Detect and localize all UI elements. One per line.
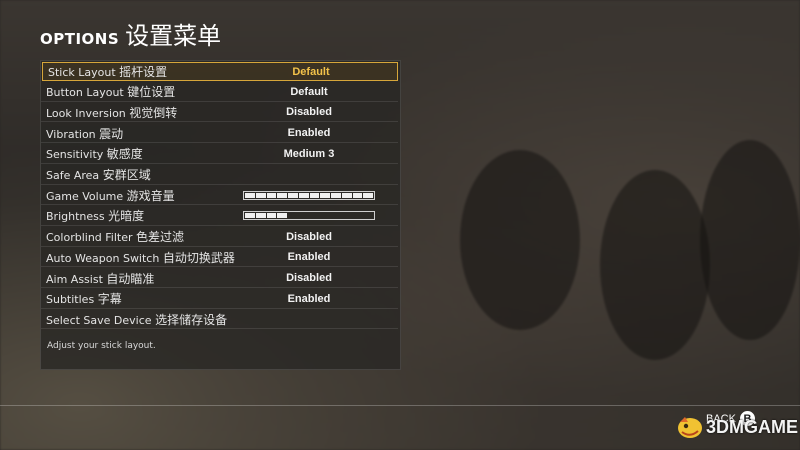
options-panel: Adjust your stick layout. Stick Layout 摇…	[40, 60, 401, 370]
option-row[interactable]: Subtitles 字幕 Enabled	[41, 290, 398, 309]
slider-segment	[299, 213, 309, 218]
slider-segment	[255, 192, 266, 198]
slider-segment	[288, 213, 298, 218]
option-value[interactable]: Disabled	[241, 231, 377, 243]
option-label: Auto Weapon Switch 自动切换武器	[46, 249, 235, 266]
slider-segment	[277, 213, 287, 219]
slider-segment	[353, 213, 363, 218]
option-label-en: Look Inversion	[46, 106, 126, 120]
option-label: Vibration 震动	[46, 125, 123, 142]
option-value[interactable]: Enabled	[241, 127, 377, 139]
option-label-en: Button Layout	[46, 86, 124, 100]
option-row[interactable]: Vibration 震动 Enabled	[41, 124, 398, 144]
slider-segment	[320, 192, 330, 198]
option-value[interactable]: Disabled	[241, 272, 377, 284]
slider-segment	[245, 192, 255, 198]
option-label-en: Vibration	[46, 127, 96, 141]
title-en: OPTIONS	[40, 30, 120, 48]
slider-bar[interactable]	[243, 190, 375, 200]
option-row[interactable]: Stick Layout 摇杆设置 Default	[42, 62, 398, 81]
slider-segment	[298, 192, 309, 198]
slider-segment	[277, 192, 287, 198]
option-label-en: Stick Layout	[48, 66, 116, 79]
option-label: Aim Assist 自动瞄准	[46, 270, 154, 287]
option-row[interactable]: Colorblind Filter 色差过滤 Disabled	[41, 228, 398, 247]
slider-segment	[331, 213, 341, 218]
option-row[interactable]: Auto Weapon Switch 自动切换武器 Enabled	[41, 248, 398, 268]
option-row[interactable]: Safe Area 安群区域	[41, 166, 398, 185]
option-label: Select Save Device 选择储存设备	[46, 311, 227, 328]
option-label-cn: 色差过滤	[136, 230, 185, 245]
option-label-cn: 安群区域	[102, 168, 151, 182]
slider-segment	[310, 213, 320, 218]
option-value[interactable]: Enabled	[241, 293, 377, 305]
option-label-cn: 视觉倒转	[129, 105, 178, 120]
option-label-en: Safe Area	[46, 169, 100, 182]
option-label-cn: 字幕	[97, 292, 122, 307]
option-description: Adjust your stick layout.	[47, 341, 156, 351]
option-label-cn: 敏感度	[106, 147, 143, 162]
option-row[interactable]: Select Save Device 选择储存设备	[41, 310, 398, 330]
footer-divider	[0, 405, 800, 406]
option-label: Colorblind Filter 色差过滤	[46, 228, 184, 245]
page-title: OPTIONS 设置菜单	[40, 16, 221, 51]
slider-segment	[320, 213, 330, 218]
slider-segment	[288, 192, 298, 198]
option-value[interactable]: Enabled	[241, 251, 377, 263]
option-label: Sensitivity 敏感度	[46, 145, 143, 162]
option-label: Button Layout 键位设置	[46, 83, 175, 100]
slider-segment	[341, 192, 352, 198]
option-label: Subtitles 字幕	[46, 290, 122, 307]
option-row[interactable]: Button Layout 键位设置 Default	[41, 83, 398, 102]
option-label-cn: 选择储存设备	[155, 312, 228, 327]
watermark: 3DMGAME	[676, 414, 798, 440]
option-row[interactable]: Game Volume 游戏音量	[41, 186, 398, 206]
option-value[interactable]: Default	[241, 86, 377, 98]
option-label-en: Aim Assist	[46, 272, 103, 286]
option-row[interactable]: Look Inversion 视觉倒转 Disabled	[41, 103, 398, 123]
option-label: Brightness 光暗度	[46, 207, 144, 224]
option-label-cn: 自动瞄准	[106, 271, 155, 286]
option-label-cn: 游戏音量	[126, 188, 175, 203]
option-label-en: Brightness	[46, 210, 105, 224]
option-label: Stick Layout 摇杆设置	[48, 63, 167, 80]
option-row[interactable]: Aim Assist 自动瞄准 Disabled	[41, 269, 398, 288]
slider-segment	[266, 192, 277, 198]
watermark-logo-icon	[678, 417, 702, 438]
option-value[interactable]: Medium 3	[241, 148, 377, 160]
option-label: Safe Area 安群区域	[46, 166, 151, 183]
option-value[interactable]: Disabled	[241, 106, 377, 118]
option-row[interactable]: Brightness 光暗度	[41, 207, 398, 226]
option-label-cn: 键位设置	[127, 85, 176, 100]
option-label: Game Volume 游戏音量	[46, 187, 175, 204]
option-label-cn: 摇杆设置	[119, 65, 168, 79]
option-label-en: Subtitles	[46, 293, 95, 307]
slider-segment	[363, 213, 373, 218]
watermark-text: 3DMGAME	[706, 416, 799, 437]
option-label-en: Auto Weapon Switch	[46, 251, 160, 265]
title-cn: 设置菜单	[125, 22, 222, 50]
option-label-cn: 自动切换武器	[162, 250, 235, 265]
option-label-en: Select Save Device	[46, 313, 152, 327]
slider-segment	[255, 213, 266, 219]
slider-bar[interactable]	[243, 211, 375, 221]
option-label-cn: 光暗度	[108, 209, 145, 224]
option-label-en: Game Volume	[46, 189, 124, 203]
slider-segment	[266, 213, 277, 219]
option-label: Look Inversion 视觉倒转	[46, 104, 177, 121]
option-value[interactable]: Default	[243, 66, 379, 78]
option-label-en: Colorblind Filter	[46, 231, 133, 245]
slider-segment	[342, 213, 352, 218]
option-label-cn: 震动	[99, 126, 124, 141]
option-row[interactable]: Sensitivity 敏感度 Medium 3	[41, 145, 398, 164]
slider-segment	[331, 192, 341, 198]
slider-segment	[245, 213, 255, 219]
option-label-en: Sensitivity	[46, 148, 104, 162]
slider-segment	[309, 192, 320, 198]
slider-segment	[352, 192, 363, 198]
slider-segment	[363, 192, 373, 198]
